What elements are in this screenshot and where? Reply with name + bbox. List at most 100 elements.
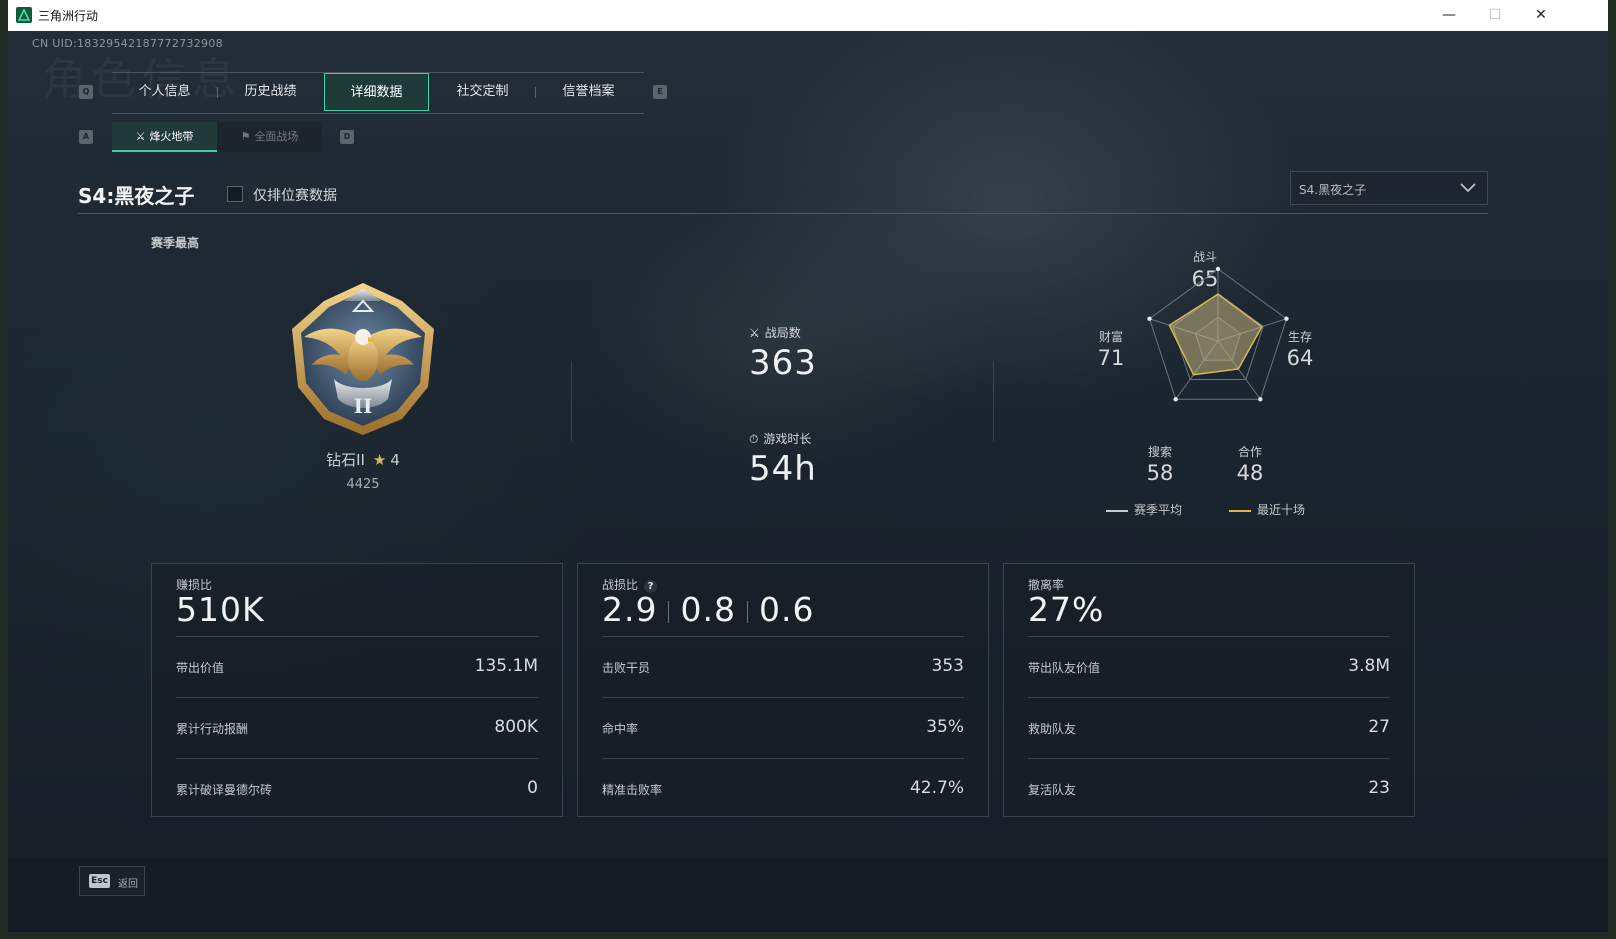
key-hint-e: E — [653, 85, 667, 99]
minimize-button[interactable]: — — [1426, 0, 1472, 31]
stat-row: 累计破译曼德尔砖 0 — [176, 758, 538, 820]
stat-row: 击败干员 353 — [602, 636, 964, 698]
radar-axis-dot — [1173, 397, 1178, 402]
radar-axis-dot — [1215, 266, 1221, 272]
stat-row: 累计行动报酬 800K — [176, 697, 538, 759]
stat-row-label: 复活队友 — [1028, 783, 1077, 797]
legend-recent-ten-label: 最近十场 — [1257, 503, 1306, 517]
stat-row-label: 击败干员 — [602, 661, 651, 675]
radar-series-recent-ten — [1168, 293, 1263, 376]
header-divider — [78, 213, 1488, 214]
stat-row-value: 35% — [926, 717, 964, 737]
stat-row: 复活队友 23 — [1028, 758, 1390, 820]
season-select[interactable]: S4.黑夜之子 — [1290, 171, 1488, 205]
legend-recent-ten: 最近十场 — [1229, 501, 1305, 518]
radar-axis-dot — [1284, 316, 1289, 321]
radar-axis-dot — [1147, 316, 1152, 321]
playtime-value: 54h — [749, 449, 817, 489]
tab-social[interactable]: 社交定制 — [430, 73, 535, 111]
stat-row-value: 42.7% — [909, 778, 964, 798]
stat-row: 命中率 35% — [602, 697, 964, 759]
kd-value-3: 0.6 — [758, 590, 815, 629]
main-tabs: 个人信息 历史战绩 详细数据 社交定制 信誉档案 — [112, 72, 644, 114]
svg-text:II: II — [354, 394, 373, 418]
maximize-button[interactable]: ☐ — [1472, 0, 1518, 31]
tab-history[interactable]: 历史战绩 — [218, 73, 323, 111]
rank-badge-icon: II — [284, 279, 442, 443]
title-bar: 三角洲行动 — ☐ ✕ — [8, 0, 1608, 31]
value-divider — [746, 600, 748, 623]
tab-reputation[interactable]: 信誉档案 — [536, 73, 641, 111]
stat-row-label: 命中率 — [602, 722, 639, 736]
stat-row-value: 135.1M — [474, 656, 538, 676]
section-divider — [571, 361, 572, 441]
key-hint-a: A — [79, 130, 93, 144]
tab-extraction-mode[interactable]: ⚔ 烽火地带 — [112, 122, 217, 152]
mode-tabs: ⚔ 烽火地带 ⚑ 全面战场 — [112, 122, 322, 152]
back-button[interactable]: Esc 返回 — [79, 866, 145, 896]
value-divider — [668, 600, 670, 623]
ranked-only-label: 仅排位赛数据 — [253, 188, 337, 204]
crosshair-icon: ⚔ — [135, 130, 146, 143]
kd-value-2: 0.8 — [680, 590, 736, 629]
legend-season-average-label: 赛季平均 — [1134, 503, 1183, 517]
legend-swatch-season-average — [1106, 509, 1128, 512]
section-divider — [993, 361, 994, 441]
stat-row: 带出价值 135.1M — [176, 636, 538, 698]
rank-stars: 4 — [390, 451, 400, 469]
extract-card: 撤离率 27% 带出队友价值 3.8M 救助队友 27 复活队友 23 — [1003, 563, 1415, 817]
esc-key-hint: Esc — [89, 874, 110, 888]
ranked-only-checkbox[interactable] — [227, 186, 243, 202]
stat-row-label: 救助队友 — [1028, 722, 1077, 736]
tab-warfare-mode[interactable]: ⚑ 全面战场 — [217, 122, 322, 152]
key-hint-q: Q — [79, 85, 93, 99]
stat-row-value: 27 — [1368, 717, 1390, 737]
tab-warfare-label: 全面战场 — [254, 130, 299, 143]
playtime-stat: ⏱ 游戏时长 54h — [749, 430, 817, 489]
back-label: 返回 — [118, 879, 138, 890]
stat-row-label: 累计破译曼德尔砖 — [176, 783, 273, 797]
rank-name: 钻石II — [326, 451, 365, 469]
key-hint-d: D — [340, 130, 354, 144]
player-uid: CN UID:18329542187772732908 — [32, 37, 223, 50]
stat-row: 带出队友价值 3.8M — [1028, 636, 1390, 698]
main-content: 角色信息 CN UID:18329542187772732908 Q 个人信息 … — [8, 31, 1608, 932]
stat-row-label: 精准击败率 — [602, 783, 663, 797]
stat-row-label: 带出队友价值 — [1028, 661, 1101, 675]
stat-row-value: 3.8M — [1348, 656, 1390, 676]
season-title: S4:黑夜之子 — [78, 184, 195, 208]
profit-card: 赚损比 510K 带出价值 135.1M 累计行动报酬 800K 累计破译曼德尔… — [151, 563, 563, 817]
stat-row: 救助队友 27 — [1028, 697, 1390, 759]
kd-card-values: 2.9 0.8 0.6 — [602, 590, 814, 629]
legend-season-average: 赛季平均 — [1106, 501, 1182, 518]
legend-swatch-recent-ten — [1229, 509, 1251, 512]
matches-value: 363 — [749, 343, 817, 383]
season-best-label: 赛季最高 — [151, 236, 200, 250]
flag-icon: ⚑ — [240, 130, 251, 143]
star-icon: ★ — [372, 451, 387, 469]
tab-extraction-label: 烽火地带 — [149, 130, 194, 143]
stat-row-value: 800K — [494, 717, 538, 737]
season-select-value: S4.黑夜之子 — [1299, 183, 1367, 197]
radar-svg — [1147, 266, 1289, 402]
app-logo-icon — [16, 7, 32, 23]
extract-card-value: 27% — [1028, 590, 1105, 629]
tab-detailed-data[interactable]: 详细数据 — [324, 73, 429, 111]
kd-card: 战损比? 2.9 0.8 0.6 击败干员 353 命中率 35% 精准击败率 42… — [577, 563, 989, 817]
rank-score: 4425 — [346, 477, 380, 492]
radar-chart — [1088, 241, 1348, 495]
stat-row-value: 23 — [1368, 778, 1390, 798]
stat-row-label: 累计行动报酬 — [176, 722, 249, 736]
tab-personal-info[interactable]: 个人信息 — [112, 73, 217, 111]
kd-value-1: 2.9 — [602, 590, 658, 629]
close-button[interactable]: ✕ — [1518, 0, 1564, 31]
stat-row-value: 0 — [527, 778, 538, 798]
matches-stat: ⚔ 战局数 363 — [749, 324, 817, 383]
footer-bar: Esc 返回 — [8, 857, 1608, 932]
window-title: 三角洲行动 — [38, 9, 99, 23]
stat-row-label: 带出价值 — [176, 661, 225, 675]
stat-row-value: 353 — [931, 656, 964, 676]
crossed-swords-icon: ⚔ — [749, 326, 760, 340]
profit-card-value: 510K — [176, 590, 265, 629]
stopwatch-icon: ⏱ — [749, 432, 759, 446]
